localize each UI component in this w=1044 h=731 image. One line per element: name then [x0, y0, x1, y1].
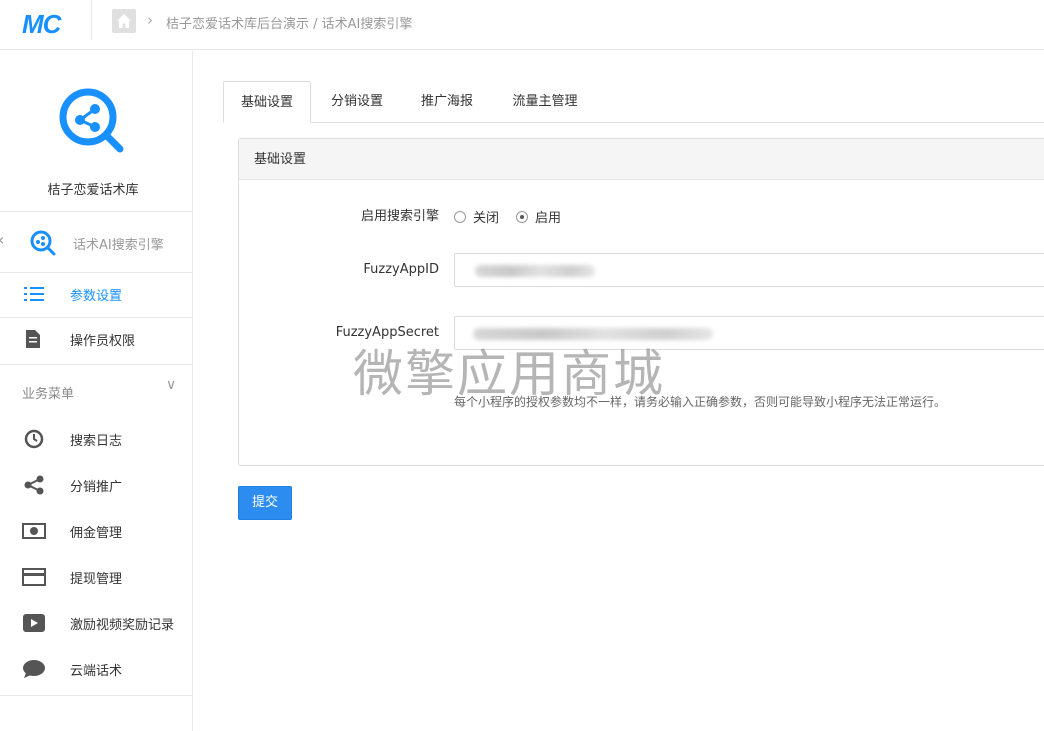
sidebar-item-search-log[interactable]: 搜索日志 [0, 417, 192, 461]
plugin-search-icon [30, 230, 56, 256]
sidebar-item-operators[interactable]: 操作员权限 [0, 317, 192, 361]
sidebar-item-label: 参数设置 [70, 289, 123, 304]
radio-on-label: 启用 [535, 211, 562, 226]
redacted-value [475, 265, 595, 277]
enable-label: 启用搜索引擎 [360, 209, 439, 224]
sidebar-item-params[interactable]: 参数设置 [0, 272, 192, 316]
chevron-right-icon: › [147, 11, 153, 29]
panel-title: 基础设置 [239, 139, 1044, 180]
chevron-down-icon[interactable]: ∨ [166, 377, 176, 393]
sidebar-item-label: 云端话术 [70, 664, 123, 679]
sidebar-item-cloud-scripts[interactable]: 云端话术 [0, 647, 192, 691]
sidebar-item-commission[interactable]: 佣金管理 [0, 509, 192, 553]
submit-button[interactable]: 提交 [238, 486, 292, 520]
sidebar-item-label: 佣金管理 [70, 526, 123, 541]
sidebar-item-label: 分销推广 [70, 480, 123, 495]
plugin-label: 话术AI搜索引擎 [73, 238, 164, 253]
sidebar-item-withdraw[interactable]: 提现管理 [0, 555, 192, 599]
back-arrow-icon[interactable]: ‹ [0, 230, 4, 249]
settings-panel: 基础设置 [238, 138, 1044, 466]
chat-icon [23, 660, 45, 678]
sidebar-item-label: 激励视频奖励记录 [70, 618, 175, 633]
app-logo-icon [59, 88, 124, 153]
share-icon [24, 475, 44, 495]
plugin-header[interactable]: ‹ 话术AI搜索引擎 [0, 212, 192, 272]
divider [0, 695, 192, 696]
radio-on[interactable]: 启用 [516, 207, 561, 226]
top-bar: MC › 桔子恋爱话术库后台演示 / 话术AI搜索引擎 [0, 0, 1044, 50]
document-icon [26, 330, 40, 348]
radio-on-circle[interactable] [516, 210, 528, 223]
tab-basic-settings[interactable]: 基础设置 [223, 81, 311, 123]
brand-logo[interactable]: MC [22, 9, 61, 40]
sidebar: 桔子恋爱话术库 ‹ 话术AI搜索引擎 参数设置 操作员权限 业务菜单 ∨ 搜索日… [0, 51, 193, 731]
appid-input[interactable] [454, 253, 1044, 287]
tab-traffic-master[interactable]: 流量主管理 [497, 81, 593, 123]
video-icon [23, 614, 45, 632]
sidebar-item-label: 提现管理 [70, 572, 123, 587]
list-icon [24, 287, 44, 301]
sidebar-item-label: 操作员权限 [70, 334, 136, 349]
tab-bar: 基础设置 分销设置 推广海报 流量主管理 [223, 81, 1044, 123]
home-icon[interactable] [112, 9, 136, 33]
sidebar-item-label: 搜索日志 [70, 434, 123, 449]
radio-off-label: 关闭 [473, 211, 500, 226]
radio-off-circle[interactable] [454, 210, 466, 223]
group-title: 业务菜单 [22, 387, 75, 402]
radio-off[interactable]: 关闭 [454, 207, 499, 226]
help-text: 每个小程序的授权参数均不一样，请务必输入正确参数，否则可能导致小程序无法正常运行… [454, 395, 947, 409]
divider [0, 364, 192, 365]
divider [91, 0, 92, 40]
tab-distribution-settings[interactable]: 分销设置 [315, 81, 399, 123]
money-icon [22, 523, 46, 539]
app-name: 桔子恋爱话术库 [47, 183, 139, 198]
appid-label: FuzzyAppID [363, 262, 439, 277]
card-icon [22, 568, 46, 586]
sidebar-item-distribution[interactable]: 分销推广 [0, 463, 192, 507]
tab-promo-poster[interactable]: 推广海报 [405, 81, 489, 123]
breadcrumb: 桔子恋爱话术库后台演示 / 话术AI搜索引擎 [166, 17, 413, 32]
sidebar-item-video-rewards[interactable]: 激励视频奖励记录 [0, 601, 192, 645]
history-icon [24, 429, 44, 449]
